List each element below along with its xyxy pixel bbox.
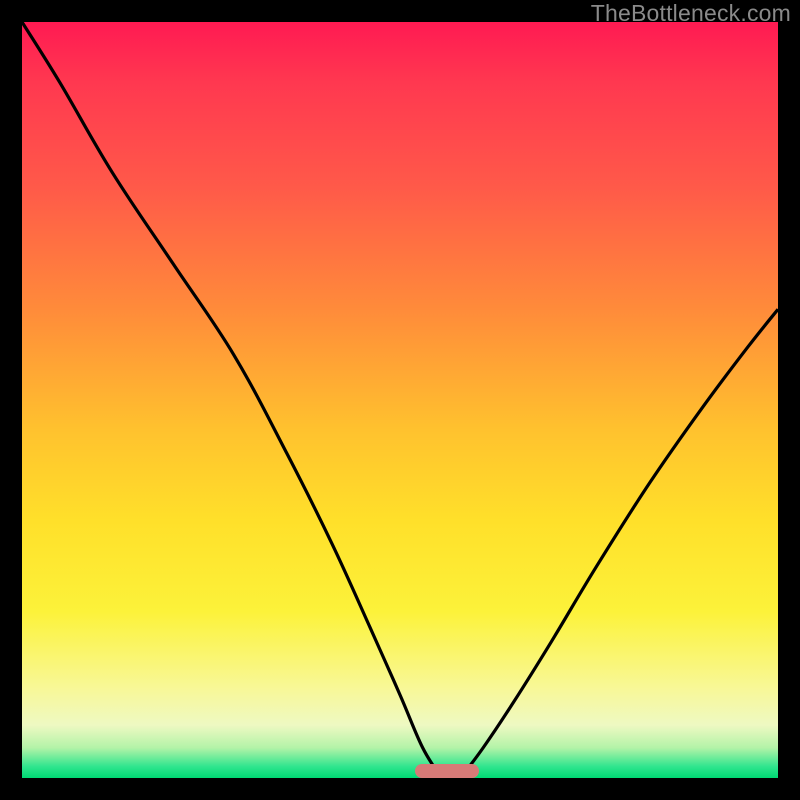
plot-area [22, 22, 778, 778]
curve-right [460, 309, 778, 778]
curve-left [22, 22, 442, 778]
optimal-marker [415, 764, 479, 778]
watermark-text: TheBottleneck.com [591, 0, 791, 27]
bottleneck-curve [22, 22, 778, 778]
